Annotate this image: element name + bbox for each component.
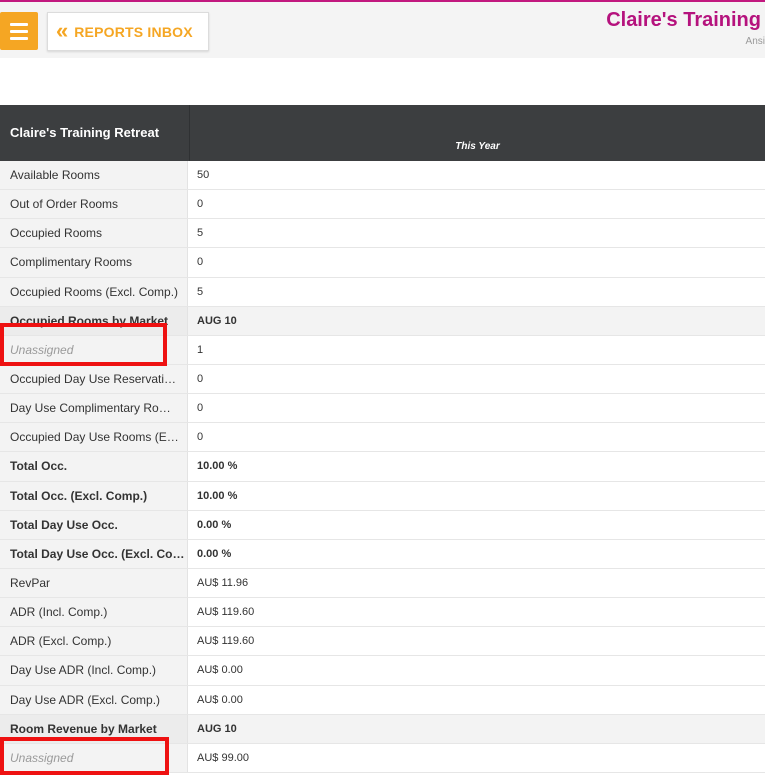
row-label: Complimentary Rooms bbox=[0, 248, 188, 277]
table-row: Occupied Day Use Reservati… 0 bbox=[0, 364, 765, 395]
table-row: Occupied Rooms (Excl. Comp.) 5 bbox=[0, 277, 765, 307]
row-value: 0 bbox=[197, 431, 204, 444]
table-row: Day Use ADR (Excl. Comp.) AU$ 0.00 bbox=[0, 685, 765, 715]
table-row: RevPar AU$ 11.96 bbox=[0, 568, 765, 599]
table-row: Total Occ. (Excl. Comp.) 10.00 % bbox=[0, 481, 765, 511]
section-header-row: Room Revenue by Market AUG 10 bbox=[0, 714, 765, 744]
table-row: Unassigned AU$ 99.00 bbox=[0, 743, 765, 773]
top-bar: « REPORTS INBOX Claire's Training Ansi bbox=[0, 0, 765, 58]
row-value: AU$ 0.00 bbox=[197, 693, 243, 706]
row-label: Out of Order Rooms bbox=[0, 190, 188, 219]
table-row: Unassigned 1 bbox=[0, 335, 765, 365]
table-row: Available Rooms 50 bbox=[0, 161, 765, 191]
row-value: 10.00 % bbox=[197, 460, 238, 473]
report-table: Available Rooms 50 Out of Order Rooms 0 Oc… bbox=[0, 161, 765, 773]
table-row: ADR (Excl. Comp.) AU$ 119.60 bbox=[0, 627, 765, 657]
row-value: AU$ 0.00 bbox=[197, 664, 243, 677]
row-value: AU$ 11.96 bbox=[197, 577, 249, 590]
row-label-unassigned: Unassigned bbox=[0, 335, 188, 364]
row-value: 5 bbox=[197, 227, 204, 240]
hamburger-icon bbox=[10, 36, 28, 40]
row-label: Total Occ. bbox=[0, 452, 188, 481]
row-label: Room Revenue by Market bbox=[0, 714, 188, 743]
table-row: Day Use ADR (Incl. Comp.) AU$ 0.00 bbox=[0, 656, 765, 686]
row-label: Day Use Complimentary Ro… bbox=[0, 394, 188, 423]
row-value: 0 bbox=[197, 198, 204, 211]
row-value: 0 bbox=[197, 402, 204, 415]
report-header: Claire's Training Retreat This Year bbox=[0, 105, 765, 161]
table-row: Complimentary Rooms 0 bbox=[0, 248, 765, 278]
row-value: 0.00 % bbox=[197, 518, 232, 531]
double-chevron-left-icon: « bbox=[56, 17, 68, 43]
row-value: 0 bbox=[197, 256, 204, 269]
row-label: Day Use ADR (Excl. Comp.) bbox=[0, 685, 188, 714]
table-row: Total Day Use Occ. 0.00 % bbox=[0, 510, 765, 540]
table-row: Occupied Day Use Rooms (E… 0 bbox=[0, 423, 765, 453]
table-row: Out of Order Rooms 0 bbox=[0, 190, 765, 220]
row-label: Total Day Use Occ. bbox=[0, 510, 188, 539]
table-row: Total Day Use Occ. (Excl. Co… 0.00 % bbox=[0, 539, 765, 569]
section-header-row: Occupied Rooms by Market AUG 10 bbox=[0, 306, 765, 336]
row-label: Occupied Day Use Rooms (E… bbox=[0, 423, 188, 452]
property-subtitle: Ansi bbox=[745, 36, 765, 47]
row-value: 10.00 % bbox=[197, 489, 238, 502]
row-value: AU$ 99.00 bbox=[197, 751, 249, 764]
report-property-name: Claire's Training Retreat bbox=[10, 125, 160, 140]
row-value: 1 bbox=[197, 343, 204, 356]
hamburger-icon bbox=[10, 29, 28, 33]
table-row: Day Use Complimentary Ro… 0 bbox=[0, 394, 765, 424]
row-value: 0 bbox=[197, 373, 204, 386]
period-column-header: This Year bbox=[455, 141, 500, 152]
hamburger-icon bbox=[10, 22, 28, 26]
table-row: ADR (Incl. Comp.) AU$ 119.60 bbox=[0, 598, 765, 628]
row-label-unassigned: Unassigned bbox=[0, 743, 188, 772]
row-value: AUG 10 bbox=[188, 306, 765, 335]
header-divider bbox=[189, 105, 190, 161]
row-label: Occupied Rooms by Market bbox=[0, 306, 188, 335]
row-value: AU$ 119.60 bbox=[197, 635, 255, 648]
row-label: Occupied Rooms (Excl. Comp.) bbox=[0, 277, 188, 306]
row-value: AUG 10 bbox=[188, 714, 765, 743]
table-row: Total Occ. 10.00 % bbox=[0, 452, 765, 482]
row-label: ADR (Incl. Comp.) bbox=[0, 598, 188, 627]
row-label: Available Rooms bbox=[0, 161, 188, 190]
table-row: Occupied Rooms 5 bbox=[0, 219, 765, 249]
menu-button[interactable] bbox=[0, 12, 38, 50]
property-title: Claire's Training bbox=[606, 9, 761, 31]
row-label: ADR (Excl. Comp.) bbox=[0, 627, 188, 656]
row-label: Occupied Rooms bbox=[0, 219, 188, 248]
row-label: Total Occ. (Excl. Comp.) bbox=[0, 481, 188, 510]
row-value: 5 bbox=[197, 285, 204, 298]
row-label: Day Use ADR (Incl. Comp.) bbox=[0, 656, 188, 685]
row-value: 50 bbox=[197, 169, 210, 182]
row-label: RevPar bbox=[0, 568, 188, 598]
row-value: 0.00 % bbox=[197, 547, 232, 560]
row-label: Occupied Day Use Reservati… bbox=[0, 364, 188, 394]
row-label: Total Day Use Occ. (Excl. Co… bbox=[0, 539, 188, 568]
row-value: AU$ 119.60 bbox=[197, 606, 255, 619]
reports-inbox-button[interactable]: « REPORTS INBOX bbox=[47, 12, 209, 51]
reports-inbox-label: REPORTS INBOX bbox=[74, 23, 193, 40]
